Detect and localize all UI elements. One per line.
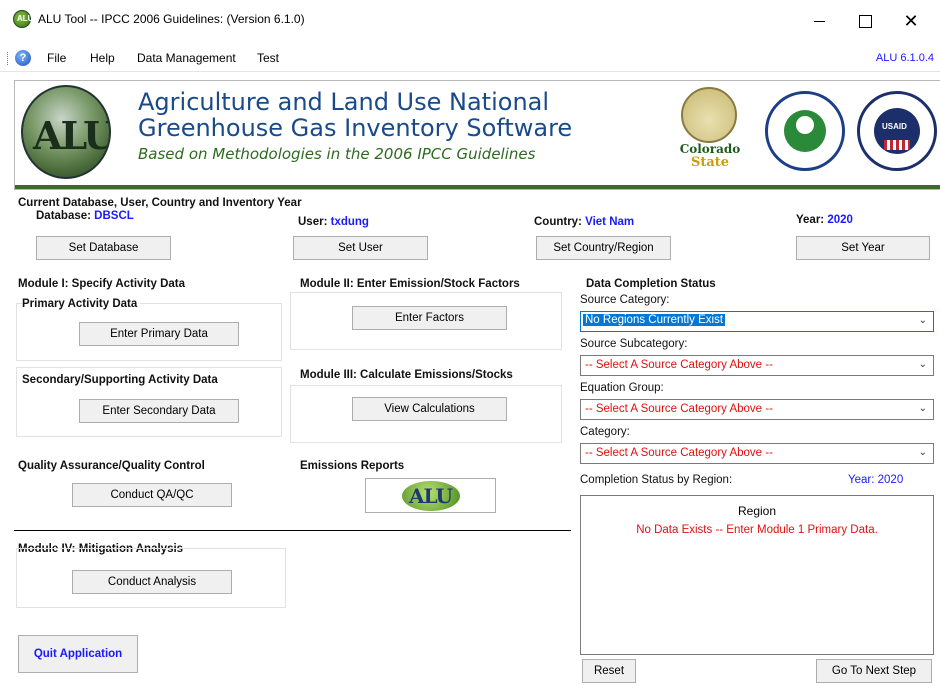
region-message: No Data Exists -- Enter Module 1 Primary… — [636, 524, 878, 536]
epa-logo — [765, 91, 845, 171]
banner-title: Agriculture and Land Use National Greenh… — [138, 88, 573, 142]
completion-year: Year: 2020 — [848, 474, 904, 486]
menu-help[interactable]: Help — [90, 51, 115, 65]
app-icon: ALU — [13, 10, 33, 28]
secondary-data-label: Secondary/Supporting Activity Data — [22, 374, 218, 386]
chevron-down-icon: ⌄ — [918, 315, 927, 326]
usaid-logo: USAID — [857, 91, 937, 171]
module2-header: Module II: Enter Emission/Stock Factors — [300, 278, 520, 290]
menu-data-management[interactable]: Data Management — [137, 51, 236, 65]
user-label: User: txdung — [298, 216, 369, 228]
category-label: Category: — [580, 426, 630, 438]
enter-secondary-data-button[interactable]: Enter Secondary Data — [79, 399, 239, 423]
set-country-button[interactable]: Set Country/Region — [536, 236, 671, 260]
view-calculations-button[interactable]: View Calculations — [352, 397, 507, 421]
set-database-button[interactable]: Set Database — [36, 236, 171, 260]
region-column-header: Region — [737, 504, 777, 518]
set-user-button[interactable]: Set User — [293, 236, 428, 260]
category-select[interactable]: -- Select A Source Category Above -- ⌄ — [580, 443, 934, 464]
database-value: DBSCL — [94, 210, 134, 222]
data-completion-header: Data Completion Status — [586, 278, 716, 290]
maximize-button[interactable] — [842, 6, 888, 36]
menu-bar: ? File Help Data Management Test ALU 6.1… — [0, 44, 940, 72]
menu-file[interactable]: File — [47, 51, 66, 65]
title-bar: ALU ALU Tool -- IPCC 2006 Guidelines: (V… — [0, 0, 940, 44]
reset-button[interactable]: Reset — [582, 659, 636, 683]
version-label: ALU 6.1.0.4 — [875, 52, 934, 64]
banner: ALU Agriculture and Land Use National Gr… — [14, 80, 940, 190]
completion-status-label: Completion Status by Region: — [580, 474, 733, 486]
region-list[interactable]: Region No Data Exists -- Enter Module 1 … — [580, 495, 934, 655]
enter-primary-data-button[interactable]: Enter Primary Data — [79, 322, 239, 346]
current-settings-header: Current Database, User, Country and Inve… — [18, 197, 302, 209]
database-label: Database: DBSCL — [36, 210, 134, 222]
banner-subtitle: Based on Methodologies in the 2006 IPCC … — [138, 145, 536, 163]
user-value: txdung — [330, 216, 369, 228]
source-subcategory-label: Source Subcategory: — [580, 338, 688, 350]
equation-group-label: Equation Group: — [580, 382, 664, 394]
source-category-select[interactable]: No Regions Currently Exist ⌄ — [580, 311, 934, 332]
minimize-button[interactable] — [796, 6, 842, 36]
conduct-qaqc-button[interactable]: Conduct QA/QC — [72, 483, 232, 507]
toolbar-grip-icon — [7, 52, 9, 65]
window-title: ALU Tool -- IPCC 2006 Guidelines: (Versi… — [38, 12, 305, 26]
equation-group-select[interactable]: -- Select A Source Category Above -- ⌄ — [580, 399, 934, 420]
source-category-label: Source Category: — [580, 294, 670, 306]
year-label: Year: 2020 — [796, 214, 853, 226]
emissions-report-button[interactable]: ALU — [365, 478, 496, 513]
alu-logo: ALU — [21, 85, 111, 179]
chevron-down-icon: ⌄ — [918, 359, 927, 370]
qaqc-header: Quality Assurance/Quality Control — [18, 460, 205, 472]
colorado-state-logo: Colorado State — [675, 87, 741, 177]
conduct-analysis-button[interactable]: Conduct Analysis — [72, 570, 232, 594]
go-to-next-step-button[interactable]: Go To Next Step — [816, 659, 932, 683]
chevron-down-icon: ⌄ — [918, 447, 927, 458]
quit-application-button[interactable]: Quit Application — [18, 635, 138, 673]
year-value: 2020 — [827, 214, 853, 226]
alu-report-logo-icon: ALU — [401, 480, 460, 511]
menu-test[interactable]: Test — [257, 51, 279, 65]
emissions-reports-header: Emissions Reports — [300, 460, 405, 472]
country-value: Viet Nam — [585, 216, 635, 228]
close-button[interactable]: ✕ — [888, 6, 934, 36]
help-icon[interactable]: ? — [15, 50, 31, 66]
enter-factors-button[interactable]: Enter Factors — [352, 306, 507, 330]
divider — [14, 530, 571, 531]
module3-header: Module III: Calculate Emissions/Stocks — [300, 369, 513, 381]
primary-data-label: Primary Activity Data — [22, 298, 141, 310]
source-subcategory-select[interactable]: -- Select A Source Category Above -- ⌄ — [580, 355, 934, 376]
country-label: Country: Viet Nam — [534, 216, 635, 228]
module1-header: Module I: Specify Activity Data — [18, 278, 185, 290]
chevron-down-icon: ⌄ — [918, 403, 927, 414]
set-year-button[interactable]: Set Year — [796, 236, 930, 260]
